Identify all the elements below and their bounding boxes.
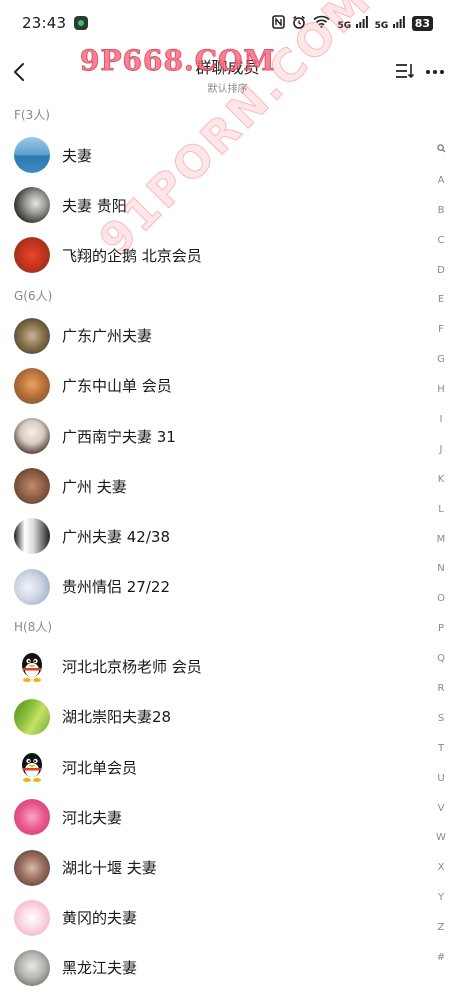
- index-letter[interactable]: K: [427, 465, 455, 495]
- more-dot-icon: [426, 70, 430, 74]
- member-name: 广州 夫妻: [62, 477, 127, 496]
- avatar: [14, 367, 50, 404]
- avatar: [14, 698, 50, 735]
- member-name: 河北夫妻: [62, 808, 123, 827]
- index-letter[interactable]: M: [427, 525, 455, 555]
- list-item[interactable]: 贵州情侣 27/22: [0, 562, 420, 612]
- penguin-icon: [22, 753, 42, 783]
- sort-button[interactable]: [395, 62, 417, 82]
- avatar: [14, 317, 50, 354]
- index-letter[interactable]: P: [427, 614, 455, 644]
- section-header-g: G(6人): [14, 288, 53, 303]
- index-letter[interactable]: A: [427, 166, 455, 196]
- list-item[interactable]: 广东广州夫妻: [0, 311, 420, 361]
- index-letter[interactable]: W: [427, 823, 455, 853]
- index-letter[interactable]: L: [427, 495, 455, 525]
- index-letter[interactable]: B: [427, 196, 455, 226]
- section-header-f: F(3人): [14, 108, 50, 122]
- nfc-icon: [272, 14, 286, 32]
- status-time: 23:43: [22, 14, 67, 32]
- avatar: [14, 568, 50, 605]
- alphabet-index[interactable]: A B C D E F G H I J K L M N O P Q R S T …: [427, 136, 455, 973]
- index-letter[interactable]: E: [427, 285, 455, 315]
- avatar: [14, 518, 50, 555]
- list-item[interactable]: 广州夫妻 42/38: [0, 511, 420, 561]
- avatar: [14, 187, 50, 224]
- status-bar: 23:43 5G 5G 83: [0, 0, 455, 46]
- list-item[interactable]: 飞翔的企鹅 北京会员: [0, 230, 420, 280]
- member-name: 广州夫妻 42/38: [62, 527, 170, 546]
- index-letter[interactable]: F: [427, 315, 455, 345]
- list-item[interactable]: 广东中山单 会员: [0, 361, 420, 411]
- member-name: 广东广州夫妻: [62, 327, 153, 346]
- list-item[interactable]: 夫妻 贵阳: [0, 180, 420, 230]
- index-letter[interactable]: S: [427, 704, 455, 734]
- index-letter[interactable]: Y: [427, 883, 455, 913]
- list-item[interactable]: 湖北崇阳夫妻28: [0, 692, 420, 742]
- more-dot-icon: [433, 70, 437, 74]
- avatar: [14, 237, 50, 274]
- index-letter[interactable]: N: [427, 554, 455, 584]
- member-name: 广东中山单 会员: [62, 377, 172, 396]
- index-letter[interactable]: Q: [427, 644, 455, 674]
- member-name: 贵州情侣 27/22: [62, 578, 170, 597]
- member-name: 湖北崇阳夫妻28: [62, 708, 172, 727]
- avatar: [14, 648, 50, 685]
- avatar: [14, 468, 50, 505]
- member-name: 湖北十堰 夫妻: [62, 859, 157, 878]
- list-item[interactable]: 广州 夫妻: [0, 461, 420, 511]
- member-name: 广西南宁夫妻 31: [62, 427, 176, 446]
- list-item[interactable]: 黑龙江夫妻: [0, 943, 420, 993]
- index-letter[interactable]: #: [427, 943, 455, 973]
- more-options-button[interactable]: [423, 62, 447, 82]
- member-name: 夫妻 贵阳: [62, 196, 127, 215]
- index-letter[interactable]: V: [427, 794, 455, 824]
- app-notification-icon: [74, 16, 89, 30]
- index-letter[interactable]: C: [427, 226, 455, 256]
- battery-icon: 83: [411, 15, 433, 31]
- more-dot-icon: [440, 70, 444, 74]
- avatar: [14, 799, 50, 836]
- avatar: [14, 949, 50, 986]
- list-item[interactable]: 黄冈的夫妻: [0, 893, 420, 943]
- index-letter[interactable]: D: [427, 256, 455, 286]
- avatar: [14, 749, 50, 786]
- index-letter[interactable]: R: [427, 674, 455, 704]
- member-name: 飞翔的企鹅 北京会员: [62, 246, 202, 265]
- index-letter[interactable]: G: [427, 345, 455, 375]
- index-letter[interactable]: Z: [427, 913, 455, 943]
- avatar: [14, 137, 50, 174]
- section-header-h: H(8人): [14, 619, 53, 634]
- member-name: 黑龙江夫妻: [62, 959, 138, 978]
- search-icon[interactable]: [427, 136, 455, 166]
- index-letter[interactable]: T: [427, 734, 455, 764]
- member-name: 河北单会员: [62, 758, 138, 777]
- index-letter[interactable]: O: [427, 584, 455, 614]
- member-name: 河北北京杨老师 会员: [62, 658, 202, 677]
- list-item[interactable]: 广西南宁夫妻 31: [0, 411, 420, 461]
- avatar: [14, 899, 50, 936]
- avatar: [14, 849, 50, 886]
- member-name: 黄冈的夫妻: [62, 909, 138, 928]
- member-list: F(3人) 夫妻 夫妻 贵阳 飞翔的企鹅 北京会员 G(6人) 广东广州夫妻 广…: [0, 100, 420, 993]
- sort-icon: [396, 64, 415, 79]
- index-letter[interactable]: X: [427, 853, 455, 883]
- penguin-icon: [22, 652, 42, 682]
- member-name: 夫妻: [62, 146, 93, 165]
- list-item[interactable]: 河北夫妻: [0, 792, 420, 842]
- list-item[interactable]: 湖北十堰 夫妻: [0, 842, 420, 892]
- list-item[interactable]: 夫妻: [0, 130, 420, 180]
- list-item[interactable]: 河北单会员: [0, 742, 420, 792]
- index-letter[interactable]: U: [427, 764, 455, 794]
- index-letter[interactable]: H: [427, 375, 455, 405]
- avatar: [14, 418, 50, 455]
- cellular-signal-2-icon: 5G: [375, 15, 405, 31]
- index-letter[interactable]: J: [427, 435, 455, 465]
- index-letter[interactable]: I: [427, 405, 455, 435]
- list-item[interactable]: 河北北京杨老师 会员: [0, 642, 420, 692]
